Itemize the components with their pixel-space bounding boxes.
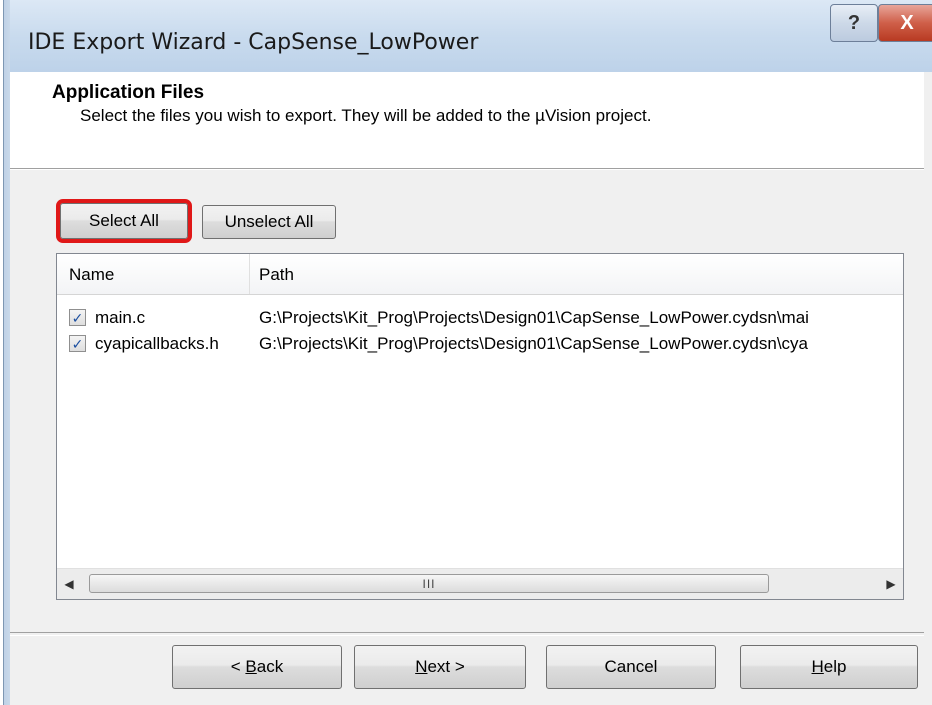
grip-icon: III (422, 576, 436, 591)
unselect-all-button[interactable]: Unselect All (202, 205, 336, 239)
scrollbar-thumb[interactable]: III (89, 574, 769, 593)
column-header-path[interactable]: Path (259, 265, 294, 285)
help-button[interactable]: Help (740, 645, 918, 689)
file-list[interactable]: Name Path ✓ main.c G:\Projects\Kit_Prog\… (56, 253, 904, 600)
back-button[interactable]: < Back (172, 645, 342, 689)
wizard-window: IDE Export Wizard - CapSense_LowPower ? … (0, 0, 932, 705)
wizard-content: Application Files Select the files you w… (10, 72, 932, 705)
page-subtitle: Select the files you wish to export. The… (80, 106, 652, 125)
back-label-prefix: < (230, 657, 246, 676)
help-title-button[interactable]: ? (830, 4, 878, 42)
table-row[interactable]: ✓ cyapicallbacks.h G:\Projects\Kit_Prog\… (57, 332, 903, 358)
column-header-name[interactable]: Name (69, 265, 114, 285)
file-path: G:\Projects\Kit_Prog\Projects\Design01\C… (259, 308, 809, 327)
table-row[interactable]: ✓ main.c G:\Projects\Kit_Prog\Projects\D… (57, 306, 903, 332)
close-button[interactable]: X (878, 4, 932, 42)
column-divider[interactable] (249, 254, 250, 294)
list-header: Name Path (57, 254, 903, 295)
wizard-header: Application Files Select the files you w… (10, 72, 924, 169)
window-title: IDE Export Wizard - CapSense_LowPower (28, 30, 479, 55)
title-bar[interactable]: IDE Export Wizard - CapSense_LowPower ? … (10, 0, 932, 72)
file-name: cyapicallbacks.h (95, 334, 219, 353)
file-path: G:\Projects\Kit_Prog\Projects\Design01\C… (259, 334, 808, 353)
cancel-button[interactable]: Cancel (546, 645, 716, 689)
checkmark-icon: ✓ (71, 335, 84, 352)
checkmark-icon: ✓ (71, 309, 84, 326)
footer-divider (10, 632, 924, 636)
scroll-right-icon[interactable]: ▶ (879, 569, 903, 599)
file-checkbox[interactable]: ✓ (69, 309, 86, 326)
next-label-rest: ext > (427, 657, 465, 676)
file-name: main.c (95, 308, 146, 327)
close-icon: X (900, 11, 914, 34)
next-label-accel: N (415, 657, 428, 676)
page-title: Application Files (52, 82, 205, 103)
window-left-frame (0, 0, 10, 705)
select-all-button[interactable]: Select All (56, 199, 192, 243)
help-label-accel: H (811, 657, 824, 676)
help-label-rest: elp (823, 657, 847, 676)
next-button[interactable]: Next > (354, 645, 526, 689)
back-label-accel: B (245, 657, 257, 676)
back-label-rest: ack (256, 657, 284, 676)
file-checkbox[interactable]: ✓ (69, 335, 86, 352)
horizontal-scrollbar[interactable]: ◀ III ▶ (57, 568, 903, 599)
question-icon: ? (847, 11, 861, 34)
scroll-left-icon[interactable]: ◀ (57, 569, 81, 599)
